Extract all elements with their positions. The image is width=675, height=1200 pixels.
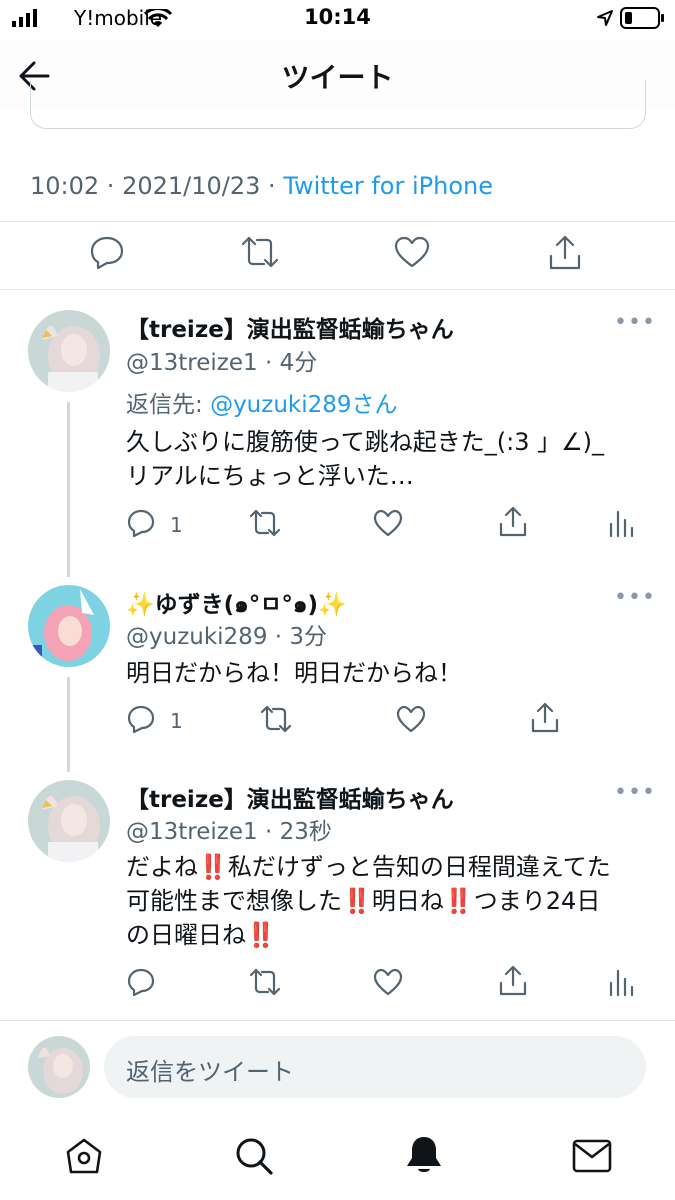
quoted-card-edge[interactable] xyxy=(30,80,646,129)
like-icon[interactable] xyxy=(393,234,431,270)
reply-icon[interactable] xyxy=(126,967,156,997)
reply-to-mention[interactable]: @yuzuki289さん xyxy=(210,392,397,418)
tweet-date: 2021/10/23 xyxy=(122,172,261,200)
reply-input-placeholder: 返信をツイート xyxy=(126,1058,294,1086)
avatar-image xyxy=(28,780,110,862)
battery-icon xyxy=(620,7,664,29)
divider xyxy=(0,289,675,290)
reply-icon[interactable] xyxy=(126,704,156,734)
share-icon[interactable] xyxy=(546,234,584,272)
avatar-image xyxy=(28,585,110,667)
share-icon[interactable] xyxy=(529,702,561,734)
notifications-icon[interactable] xyxy=(404,1134,444,1176)
double-exclamation-emoji: ‼️ xyxy=(198,853,228,881)
more-options-icon[interactable]: ••• xyxy=(614,585,656,610)
retweet-icon[interactable] xyxy=(259,704,293,734)
like-icon[interactable] xyxy=(372,508,404,538)
reply-count: 1 xyxy=(170,513,183,537)
analytics-icon[interactable] xyxy=(606,967,634,997)
tweet-time: 10:02 xyxy=(30,172,100,200)
tweet-timestamp: 10:02 · 2021/10/23 · Twitter for iPhone xyxy=(30,172,493,200)
home-icon[interactable] xyxy=(64,1136,104,1176)
double-exclamation-emoji: ‼️ xyxy=(443,887,474,915)
share-icon[interactable] xyxy=(497,506,529,538)
share-icon[interactable] xyxy=(497,965,529,997)
like-icon[interactable] xyxy=(395,704,427,734)
thread-line xyxy=(67,402,70,577)
thread-line xyxy=(67,677,70,772)
author-handle[interactable]: @13treize1 · 4分 xyxy=(126,343,317,377)
avatar[interactable] xyxy=(28,780,110,862)
retweet-icon[interactable] xyxy=(248,967,282,997)
avatar[interactable] xyxy=(28,585,110,667)
author-handle[interactable]: @13treize1 · 23秒 xyxy=(126,812,332,846)
like-icon[interactable] xyxy=(372,967,404,997)
author-handle[interactable]: @yuzuki289 · 3分 xyxy=(126,617,327,651)
author-name[interactable]: 【treize】演出監督蛞蝓ちゃん xyxy=(126,310,454,344)
reply-to: 返信先: @yuzuki289さん xyxy=(126,392,398,418)
double-exclamation-emoji: ‼️ xyxy=(246,921,276,949)
retweet-icon[interactable] xyxy=(248,508,282,538)
messages-icon[interactable] xyxy=(572,1138,612,1174)
avatar[interactable] xyxy=(28,310,110,392)
reply-icon[interactable] xyxy=(88,234,126,270)
tweet-text: だよね‼️私だけずっと告知の日程間違えてた 可能性まで想像した‼️明日ね‼️つま… xyxy=(126,853,611,949)
reply-count: 1 xyxy=(170,709,183,733)
tweet-text: 久しぶりに腹筋使って跳ね起きた_(:3 」∠)_ リアルにちょっと浮いた… xyxy=(126,428,605,490)
retweet-icon[interactable] xyxy=(240,234,280,270)
more-options-icon[interactable]: ••• xyxy=(614,310,656,335)
tweet-text: 明日だからね！明日だからね！ xyxy=(126,659,462,687)
search-icon[interactable] xyxy=(234,1136,274,1176)
divider xyxy=(0,1020,675,1021)
divider xyxy=(0,221,675,222)
status-bar: Y!mobile 10:14 xyxy=(0,0,675,40)
double-exclamation-emoji: ‼️ xyxy=(342,887,372,915)
analytics-icon[interactable] xyxy=(606,508,634,538)
tweet-source[interactable]: Twitter for iPhone xyxy=(283,172,493,200)
more-options-icon[interactable]: ••• xyxy=(614,780,656,805)
my-avatar[interactable] xyxy=(28,1036,90,1098)
author-name[interactable]: 【treize】演出監督蛞蝓ちゃん xyxy=(126,780,454,814)
avatar-image xyxy=(28,310,110,392)
avatar-image xyxy=(28,1036,90,1098)
status-time: 10:14 xyxy=(304,5,371,29)
reply-icon[interactable] xyxy=(126,508,156,538)
location-icon xyxy=(597,10,613,26)
